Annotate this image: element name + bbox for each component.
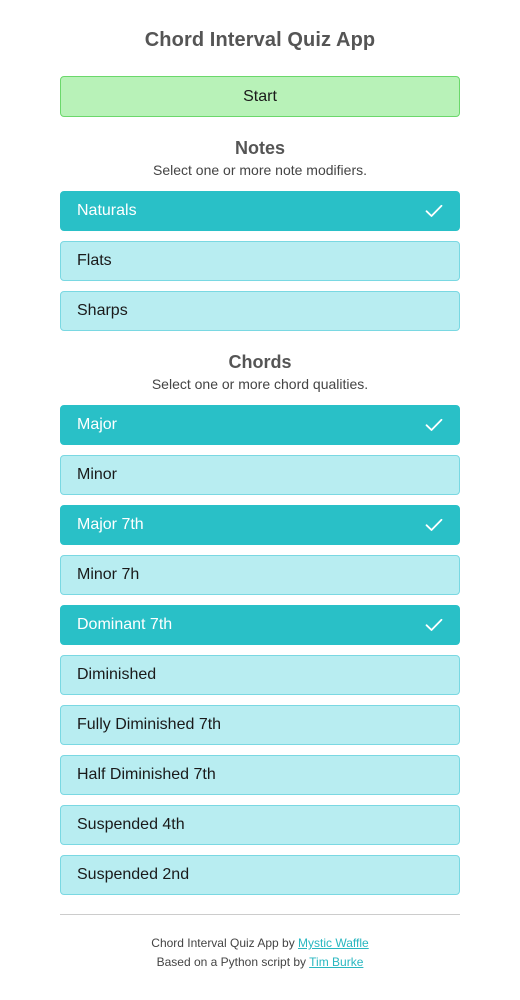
tim-burke-link[interactable]: Tim Burke [309, 955, 363, 969]
notes-option-naturals[interactable]: Naturals [60, 191, 460, 231]
option-label: Suspended 2nd [77, 866, 190, 883]
option-label: Diminished [77, 666, 157, 683]
option-label: Dominant 7th [77, 616, 173, 633]
chords-option-suspended-4th[interactable]: Suspended 4th [60, 805, 460, 845]
option-label: Major 7th [77, 516, 144, 533]
chords-section-subtitle: Select one or more chord qualities. [151, 376, 369, 392]
option-label: Sharps [77, 302, 128, 319]
footer-based-on-text: Based on a Python script by [156, 955, 310, 969]
chords-option-dominant-7th[interactable]: Dominant 7th [60, 605, 460, 645]
check-icon [424, 415, 444, 435]
chords-option-fully-diminished-7th[interactable]: Fully Diminished 7th [60, 705, 460, 745]
app-title: Chord Interval Quiz App [144, 29, 376, 51]
notes-section-title: Notes [234, 138, 285, 158]
chords-option-suspended-2nd[interactable]: Suspended 2nd [60, 855, 460, 895]
option-label: Minor 7h [77, 566, 140, 583]
footer-divider [60, 914, 460, 915]
notes-option-flats[interactable]: Flats [60, 241, 460, 281]
option-label: Minor [77, 466, 118, 483]
footer-credit-text: Chord Interval Quiz App by [151, 936, 299, 950]
option-label: Major [77, 416, 118, 433]
mystic-waffle-link[interactable]: Mystic Waffle [298, 936, 369, 950]
option-label: Flats [77, 252, 112, 269]
chords-option-half-diminished-7th[interactable]: Half Diminished 7th [60, 755, 460, 795]
chords-section-title: Chords [228, 352, 292, 372]
footer-credit-line: Chord Interval Quiz App by Mystic Waffle [60, 936, 460, 950]
chords-option-major[interactable]: Major [60, 405, 460, 445]
option-label: Half Diminished 7th [77, 766, 216, 783]
check-icon [424, 515, 444, 535]
start-button[interactable]: Start [60, 76, 460, 117]
chords-option-diminished[interactable]: Diminished [60, 655, 460, 695]
option-label: Naturals [77, 202, 137, 219]
option-label: Fully Diminished 7th [77, 716, 222, 733]
notes-section-subtitle: Select one or more note modifiers. [153, 162, 367, 178]
check-icon [424, 201, 444, 221]
footer-based-on-line: Based on a Python script by Tim Burke [60, 955, 460, 969]
chords-option-minor[interactable]: Minor [60, 455, 460, 495]
chords-option-minor-7h[interactable]: Minor 7h [60, 555, 460, 595]
chords-option-major-7th[interactable]: Major 7th [60, 505, 460, 545]
notes-option-sharps[interactable]: Sharps [60, 291, 460, 331]
option-label: Suspended 4th [77, 816, 185, 833]
check-icon [424, 615, 444, 635]
